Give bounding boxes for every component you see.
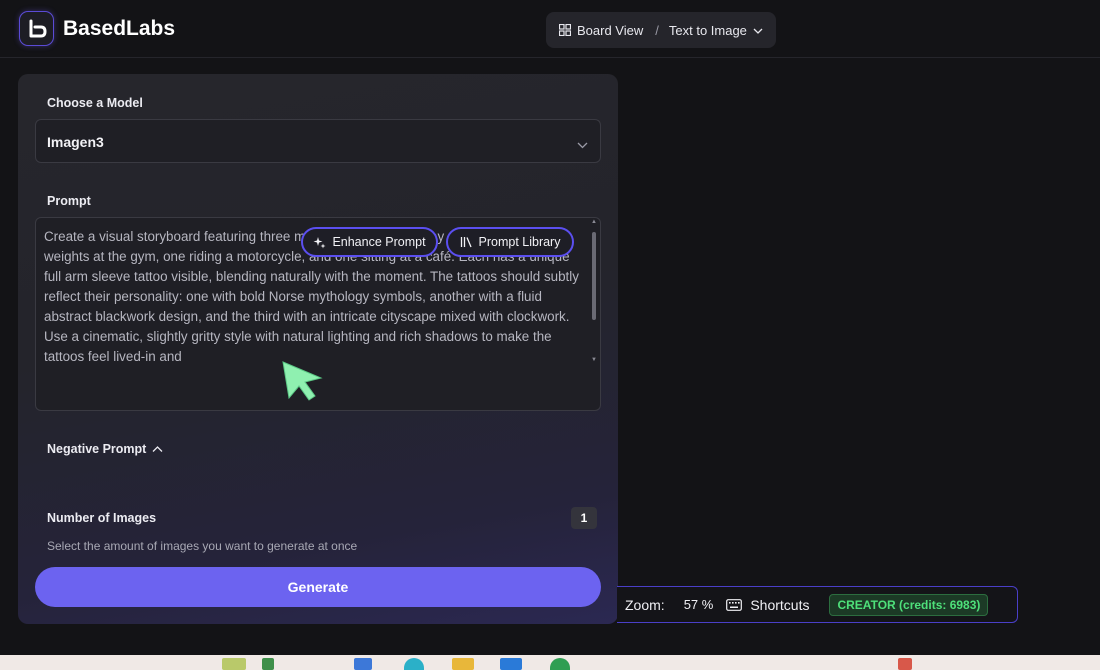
keyboard-icon[interactable]: [726, 598, 743, 611]
grid-icon: [559, 24, 571, 36]
chat-icon[interactable]: [550, 658, 570, 670]
number-of-images-value[interactable]: 1: [571, 507, 597, 529]
chevron-down-icon[interactable]: [753, 23, 763, 38]
scrollbar-thumb[interactable]: [592, 232, 596, 320]
pointer-cursor-icon: [281, 360, 325, 409]
number-of-images-helper: Select the amount of images you want to …: [47, 539, 358, 553]
generation-panel: Choose a Model Imagen3 Prompt Create a v…: [18, 74, 618, 624]
enhance-prompt-label: Enhance Prompt: [332, 235, 426, 249]
model-select[interactable]: Imagen3: [35, 119, 601, 163]
zoom-label: Zoom:: [625, 596, 665, 613]
negative-prompt-toggle[interactable]: Negative Prompt: [47, 442, 163, 456]
prompt-scrollbar[interactable]: ▲ ▼: [591, 219, 597, 363]
enhance-prompt-button[interactable]: Enhance Prompt: [301, 227, 438, 257]
app-icon[interactable]: [354, 658, 372, 670]
os-taskbar: [0, 655, 1100, 670]
sparkle-icon: [313, 236, 326, 249]
tree-icon[interactable]: [262, 658, 274, 670]
scroll-down-icon[interactable]: ▼: [591, 357, 597, 363]
breadcrumb: Board View / Text to Image: [546, 12, 776, 48]
status-bar: Zoom: 57 % Shortcuts CREATOR (credits: 6…: [617, 586, 1018, 623]
prompt-library-button[interactable]: Prompt Library: [446, 227, 574, 257]
basedlabs-logo-icon[interactable]: [19, 11, 54, 46]
books-icon: [460, 236, 473, 248]
folder-icon[interactable]: [452, 658, 474, 670]
breadcrumb-separator: /: [655, 22, 659, 38]
prompt-library-label: Prompt Library: [478, 235, 561, 249]
number-of-images-label: Number of Images: [47, 511, 157, 525]
zoom-value[interactable]: 57 %: [684, 597, 714, 612]
browser-icon[interactable]: [404, 658, 424, 670]
chevron-down-icon[interactable]: [577, 136, 588, 154]
generate-button[interactable]: Generate: [35, 567, 601, 607]
credits-badge[interactable]: CREATOR (credits: 6983): [829, 593, 989, 616]
breadcrumb-board-view[interactable]: Board View: [577, 23, 643, 38]
prompt-label: Prompt: [47, 194, 91, 208]
shortcuts-button[interactable]: Shortcuts: [750, 597, 809, 613]
brand-name[interactable]: BasedLabs: [63, 17, 175, 41]
model-selected-value: Imagen3: [47, 134, 104, 150]
chevron-up-icon[interactable]: [152, 445, 163, 453]
plant-icon[interactable]: [222, 658, 246, 670]
negative-prompt-label: Negative Prompt: [47, 442, 147, 456]
top-bar: BasedLabs Board View / Text to Image: [0, 0, 1100, 58]
store-icon[interactable]: [500, 658, 522, 670]
scroll-up-icon[interactable]: ▲: [591, 219, 597, 225]
model-label: Choose a Model: [47, 96, 143, 110]
breadcrumb-current[interactable]: Text to Image: [669, 23, 747, 38]
notification-icon[interactable]: [898, 658, 912, 670]
